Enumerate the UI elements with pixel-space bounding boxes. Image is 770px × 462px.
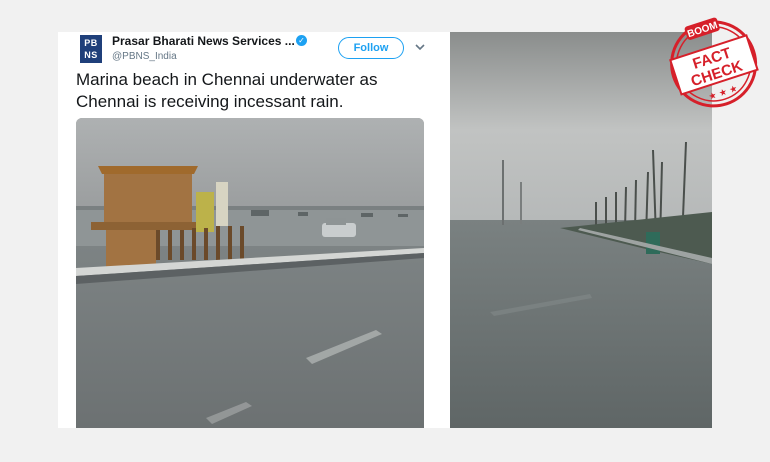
fact-check-stamp: BOOM FACT CHECK ★ ★ ★ xyxy=(663,7,763,112)
verified-badge-icon: ✓ xyxy=(296,35,307,46)
account-name[interactable]: Prasar Bharati News Services ... xyxy=(112,34,295,48)
tweet-header: PB NS Prasar Bharati News Services ... ✓… xyxy=(58,32,450,70)
tweet-text: Marina beach in Chennai underwater as Ch… xyxy=(76,70,378,111)
tweet-card: PB NS Prasar Bharati News Services ... ✓… xyxy=(58,32,450,428)
tweet-photo[interactable] xyxy=(76,118,424,428)
account-handle[interactable]: @PBNS_India xyxy=(112,51,177,62)
avatar-text-top: PB xyxy=(84,38,98,48)
avatar-text-bottom: NS xyxy=(84,50,98,60)
chevron-down-icon[interactable] xyxy=(414,40,426,52)
follow-button[interactable]: Follow xyxy=(338,37,404,59)
account-avatar[interactable]: PB NS xyxy=(80,35,102,63)
